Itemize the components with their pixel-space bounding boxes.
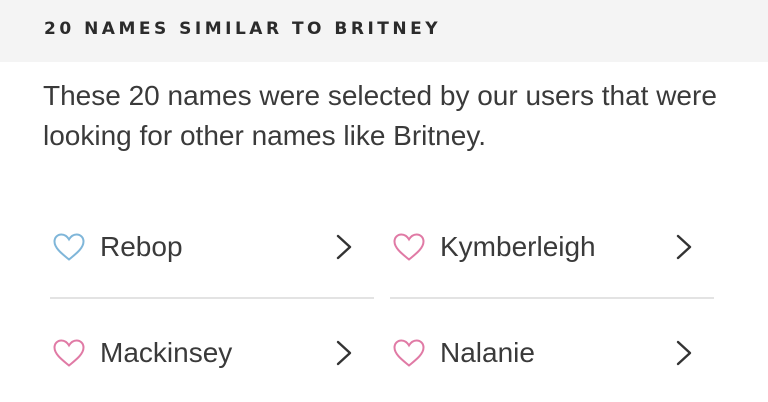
heart-outline (53, 339, 85, 367)
heart-icon[interactable] (52, 338, 86, 368)
chevron-right-icon (336, 340, 352, 366)
name-item-nalanie[interactable]: Nalanie (390, 318, 714, 388)
section-title: 20 NAMES SIMILAR TO BRITNEY (44, 19, 442, 39)
name-label: Mackinsey (100, 337, 233, 368)
heart-icon[interactable] (392, 338, 426, 368)
heart-icon[interactable] (392, 232, 426, 262)
heart-icon[interactable] (52, 232, 86, 262)
name-item-rebop[interactable]: Rebop (50, 212, 374, 299)
section-header: 20 NAMES SIMILAR TO BRITNEY (0, 0, 768, 62)
chevron-right-icon (336, 234, 352, 260)
heart-outline (393, 233, 425, 261)
heart-outline (393, 339, 425, 367)
intro-text: These 20 names were selected by our user… (43, 80, 717, 151)
name-label: Nalanie (440, 337, 535, 368)
heart-outline (53, 233, 85, 261)
name-label: Rebop (100, 231, 183, 262)
chevron-right-icon (676, 234, 692, 260)
name-item-kymberleigh[interactable]: Kymberleigh (390, 212, 714, 299)
chevron-right-icon (676, 340, 692, 366)
name-label: Kymberleigh (440, 231, 596, 262)
name-item-mackinsey[interactable]: Mackinsey (50, 318, 374, 388)
